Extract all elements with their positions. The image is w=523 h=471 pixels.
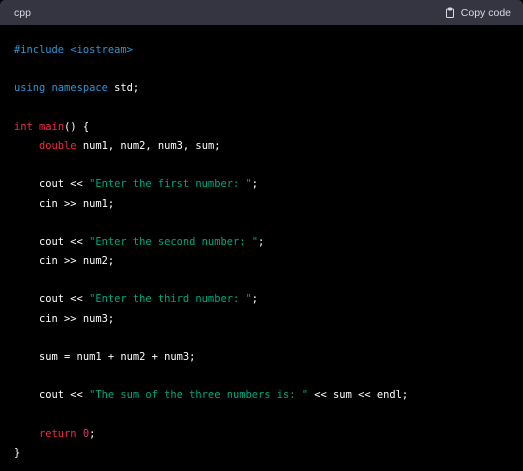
code-line: cin >> num3; (14, 310, 523, 329)
code-token: << sum << endl; (308, 389, 409, 402)
code-token: cin >> num1; (14, 197, 115, 210)
code-token: double (39, 139, 77, 152)
code-line: } (14, 444, 523, 463)
code-block: cpp Copy code #include <iostream>​using … (0, 0, 523, 471)
copy-code-button[interactable]: Copy code (444, 7, 511, 19)
code-line: int main() { (14, 118, 523, 137)
code-token: num1, num2, num3, sum; (76, 139, 221, 152)
code-line: #include <iostream> (14, 41, 523, 60)
code-token: cout << (14, 293, 90, 306)
copy-code-label: Copy code (460, 6, 511, 19)
code-line: cout << "Enter the second number: "; (14, 233, 523, 252)
code-line: ​ (14, 99, 523, 118)
code-line: ​ (14, 329, 523, 348)
code-token: ; (89, 427, 96, 440)
code-token: "The sum of the three numbers is: " (89, 389, 309, 402)
code-token: using (14, 82, 46, 95)
code-token: cout << (14, 178, 90, 191)
code-token: ; (251, 178, 258, 191)
code-block-header: cpp Copy code (0, 0, 523, 25)
code-line: ​ (14, 271, 523, 290)
code-token: "Enter the first number: " (89, 178, 252, 191)
code-line: cout << "The sum of the three numbers is… (14, 386, 523, 405)
code-token: } (14, 446, 21, 459)
code-token: return (39, 427, 77, 440)
code-token: main (39, 120, 65, 133)
language-label: cpp (14, 6, 31, 19)
code-line: cout << "Enter the first number: "; (14, 175, 523, 194)
code-token: "Enter the third number: " (89, 293, 252, 306)
code-token: int (14, 120, 33, 133)
code-token: cout << (14, 389, 90, 402)
code-line: cout << "Enter the third number: "; (14, 290, 523, 309)
code-token: namespace (51, 82, 108, 95)
code-token: cout << (14, 235, 90, 248)
code-line: cin >> num1; (14, 195, 523, 214)
code-line: ​ (14, 60, 523, 79)
code-line: return 0; (14, 425, 523, 444)
code-token: sum = num1 + num2 + num3; (14, 351, 196, 363)
code-token: std; (107, 82, 140, 95)
code-token: cin >> num3; (14, 312, 115, 325)
code-token: () { (64, 120, 90, 133)
code-token: #include (14, 44, 71, 56)
code-content: #include <iostream>​using namespace std;… (0, 25, 523, 463)
code-line: ​ (14, 214, 523, 233)
code-token: cin >> num2; (14, 255, 115, 268)
code-token: "Enter the second number: " (89, 235, 258, 248)
code-line: ​ (14, 406, 523, 425)
code-line: ​ (14, 367, 523, 386)
code-line: double num1, num2, num3, sum; (14, 137, 523, 156)
code-token: ; (251, 293, 258, 306)
code-line: using namespace std; (14, 79, 523, 98)
code-token: ; (257, 235, 265, 248)
clipboard-icon (444, 7, 456, 19)
code-line: sum = num1 + num2 + num3; (14, 348, 523, 367)
code-token: <iostream> (70, 44, 133, 56)
code-line: ​ (14, 156, 523, 175)
code-line: cin >> num2; (14, 252, 523, 271)
